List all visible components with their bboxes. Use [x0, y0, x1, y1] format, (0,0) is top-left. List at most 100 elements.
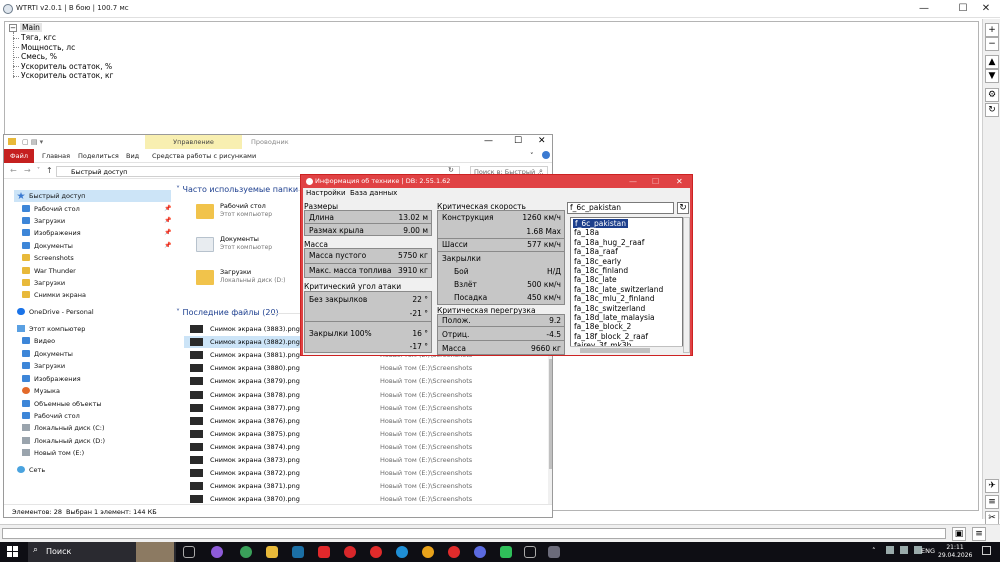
tree-item[interactable]: Ускоритель остаток, %	[13, 62, 112, 72]
nav-item[interactable]: Изображения	[22, 373, 81, 385]
tree-item[interactable]: Мощность, лс	[13, 43, 75, 53]
vehicle-list-item[interactable]: fa_18c_switzerland	[574, 304, 645, 313]
frequent-folders-header[interactable]: ˅ Часто используемые папки (8)	[176, 185, 312, 194]
language-indicator[interactable]: ENG	[921, 547, 935, 555]
vehicle-list-item[interactable]: fa_18c_late	[574, 275, 617, 284]
back-icon[interactable]: ←	[10, 166, 17, 175]
vehicle-search-input[interactable]: f_6c_pakistan	[567, 202, 674, 214]
yandex-icon[interactable]	[448, 546, 460, 558]
discord-icon[interactable]	[474, 546, 486, 558]
tree-item[interactable]: Ускоритель остаток, кг	[13, 71, 113, 81]
vehicle-list-scrollbar[interactable]	[683, 217, 690, 353]
clock[interactable]: 21:11 29.04.2026	[938, 543, 972, 561]
recent-file-row[interactable]: Снимок экрана (3876).png Новый том (E:)\S…	[184, 415, 548, 427]
nav-item[interactable]: War Thunder	[22, 265, 76, 277]
steam-icon[interactable]	[292, 546, 304, 558]
nav-item[interactable]: Загрузки	[22, 277, 65, 289]
maximize-button[interactable]: ☐	[652, 175, 659, 188]
vehicle-list-item[interactable]: fa_18c_finland	[574, 266, 628, 275]
nav-item[interactable]: Загрузки	[22, 360, 65, 372]
minimize-button[interactable]: —	[484, 136, 493, 146]
nav-item[interactable]: Локальный диск (D:)	[22, 435, 105, 447]
chrome-icon[interactable]	[422, 546, 434, 558]
nav-item[interactable]: Музыка	[22, 385, 60, 397]
airplane-icon[interactable]: ✈	[985, 479, 999, 493]
refresh-icon[interactable]: ↻	[448, 166, 454, 174]
close-button[interactable]: ✕	[538, 136, 546, 146]
nav-item[interactable]: Изображения	[22, 227, 81, 239]
menu-database[interactable]: База данных	[350, 188, 397, 198]
nav-item[interactable]: Этот компьютер	[17, 323, 85, 335]
nav-item[interactable]: Документы	[22, 348, 73, 360]
vehicle-list-item[interactable]: fa_18a	[574, 228, 599, 237]
recent-file-row[interactable]: Снимок экрана (3873).png Новый том (E:)\S…	[184, 454, 548, 466]
down-arrow-icon[interactable]: ▼	[985, 69, 999, 83]
notifications-icon[interactable]	[982, 546, 991, 555]
minimize-button[interactable]: —	[629, 175, 637, 188]
nav-item[interactable]: Рабочий стол	[22, 410, 80, 422]
list-icon[interactable]: ≡	[972, 527, 986, 541]
bottom-scrollbar[interactable]	[2, 528, 946, 539]
close-button[interactable]: ✕	[676, 175, 683, 188]
recent-file-row[interactable]: Снимок экрана (3878).png Новый том (E:)\S…	[184, 389, 548, 401]
gear-icon[interactable]: ⚙	[985, 88, 999, 102]
vehicle-list[interactable]: f_6c_pakistan fa_18a fa_18a_hug_2_raaf fa_1…	[570, 217, 683, 353]
ribbon-expand-icon[interactable]: ˅	[530, 152, 534, 160]
utorrent-icon[interactable]	[240, 546, 252, 558]
vehicle-list-item[interactable]: fa_18c_late_switzerland	[574, 285, 663, 294]
app-icon[interactable]	[211, 546, 223, 558]
menu-settings[interactable]: Настройки	[306, 188, 346, 198]
nav-item[interactable]: Сеть	[17, 464, 45, 476]
nav-item[interactable]: Локальный диск (C:)	[22, 422, 105, 434]
recent-file-row[interactable]: Снимок экрана (3879).png Новый том (E:)\S…	[184, 375, 548, 387]
nav-item[interactable]: Рабочий стол	[22, 203, 80, 215]
vehicle-list-hscrollbar[interactable]	[570, 346, 683, 353]
vehicle-list-item[interactable]: fa_18c_early	[574, 257, 621, 266]
nav-item[interactable]: Быстрый доступ	[14, 190, 171, 202]
vehicle-list-item[interactable]: f_6c_pakistan	[573, 219, 629, 229]
recent-file-row[interactable]: Снимок экрана (3874).png Новый том (E:)\S…	[184, 441, 548, 453]
nav-item[interactable]: Видео	[22, 335, 55, 347]
tab-picture-tools[interactable]: Средства работы с рисунками	[152, 152, 256, 160]
nav-item[interactable]: Снимки экрана	[22, 289, 86, 301]
remove-icon[interactable]: −	[985, 37, 999, 51]
save-icon[interactable]: ▣	[952, 527, 966, 541]
tray-expand-icon[interactable]: ˄	[872, 547, 876, 555]
windows-start-icon[interactable]	[7, 546, 18, 557]
close-button[interactable]: ✕	[972, 0, 1000, 18]
add-icon[interactable]: +	[985, 23, 999, 37]
notes-icon[interactable]	[524, 546, 536, 558]
recent-file-row[interactable]: Снимок экрана (3872).png Новый том (E:)\S…	[184, 467, 548, 479]
nav-item[interactable]: Новый том (E:)	[22, 447, 84, 459]
tab-home[interactable]: Главная	[42, 152, 70, 160]
vehicle-list-item[interactable]: fa_18c_mlu_2_finland	[574, 294, 655, 303]
maximize-button[interactable]: ☐	[514, 136, 522, 146]
list-icon[interactable]: ≡	[985, 495, 999, 509]
task-view-icon[interactable]	[183, 546, 195, 558]
file-explorer-icon[interactable]	[266, 546, 278, 558]
vehicle-list-item[interactable]: fa_18a_raaf	[574, 247, 618, 256]
tab-file[interactable]: Файл	[4, 149, 34, 163]
refresh-icon[interactable]: ↻	[677, 202, 689, 214]
edge-icon[interactable]	[396, 546, 408, 558]
recent-file-row[interactable]: Снимок экрана (3875).png Новый том (E:)\S…	[184, 428, 548, 440]
help-icon[interactable]	[542, 151, 550, 159]
collapse-toggle[interactable]: −	[9, 24, 17, 32]
volume-icon[interactable]	[900, 546, 908, 554]
network-icon[interactable]	[886, 546, 894, 554]
scrollbar-thumb[interactable]	[580, 348, 650, 353]
opera-icon[interactable]	[344, 546, 356, 558]
recent-locations-icon[interactable]: ˅	[37, 167, 40, 174]
tree-item[interactable]: Смесь, %	[13, 52, 57, 62]
frequent-folder[interactable]: Документы Этот компьютер	[196, 235, 316, 263]
scissors-icon[interactable]: ✂	[985, 511, 999, 525]
up-arrow-icon[interactable]: ▲	[985, 55, 999, 69]
vehicle-list-item[interactable]: fa_18d_late_malaysia	[574, 313, 655, 322]
vehicle-list-item[interactable]: fa_18a_hug_2_raaf	[574, 238, 644, 247]
quick-access-toolbar-icon[interactable]: ▢ ▤ ▾	[22, 138, 43, 146]
nav-item[interactable]: Screenshots	[22, 252, 74, 264]
scrollbar-thumb[interactable]	[549, 359, 552, 469]
minimize-button[interactable]: —	[910, 0, 938, 18]
vehicle-list-item[interactable]: fa_18f_block_2_raaf	[574, 332, 648, 341]
ribbon-context-tab[interactable]: Управление	[145, 135, 242, 149]
